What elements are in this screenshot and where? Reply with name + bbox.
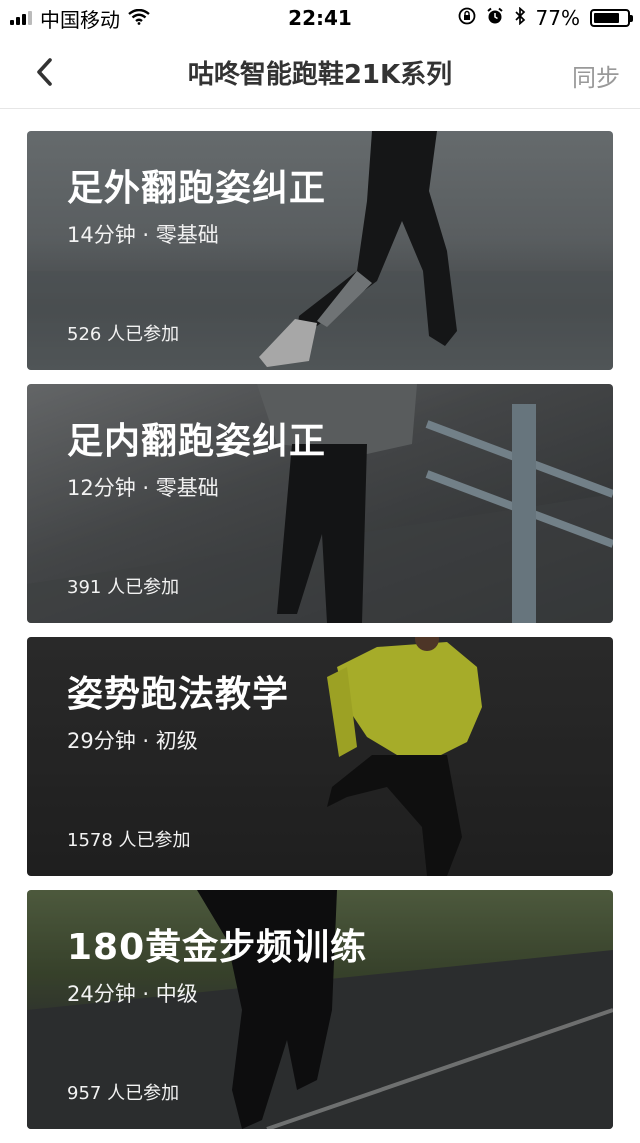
course-title: 姿势跑法教学 bbox=[67, 674, 290, 715]
bluetooth-icon bbox=[514, 6, 526, 30]
status-right: 77% bbox=[458, 6, 640, 30]
status-bar: 中国移动 22:41 77% bbox=[0, 0, 640, 36]
course-meta: 29分钟 · 初级 bbox=[67, 729, 198, 753]
course-title: 足外翻跑姿纠正 bbox=[67, 168, 327, 209]
page-title: 咕咚智能跑鞋21K系列 bbox=[187, 59, 453, 90]
battery-percent: 77% bbox=[535, 6, 580, 30]
signal-icon bbox=[10, 11, 32, 25]
participant-count: 526 人已参加 bbox=[67, 324, 180, 345]
course-card[interactable]: 180黄金步频训练 24分钟 · 中级 957 人已参加 bbox=[27, 890, 613, 1129]
course-title: 足内翻跑姿纠正 bbox=[67, 421, 327, 462]
participant-count: 957 人已参加 bbox=[67, 1083, 180, 1104]
participant-count: 391 人已参加 bbox=[67, 577, 180, 598]
status-left: 中国移动 bbox=[0, 4, 150, 33]
course-list: 足外翻跑姿纠正 14分钟 · 零基础 526 人已参加 足内翻跑姿纠正 12分钟… bbox=[27, 131, 613, 1143]
course-title: 180黄金步频训练 bbox=[67, 927, 368, 968]
carrier-label: 中国移动 bbox=[40, 7, 120, 32]
navigation-bar: 咕咚智能跑鞋21K系列 同步 bbox=[0, 36, 640, 109]
course-meta: 14分钟 · 零基础 bbox=[67, 223, 219, 247]
participant-count: 1578 人已参加 bbox=[67, 830, 191, 851]
course-card[interactable]: 足外翻跑姿纠正 14分钟 · 零基础 526 人已参加 bbox=[27, 131, 613, 370]
battery-icon bbox=[590, 9, 633, 27]
sync-button[interactable]: 同步 bbox=[572, 58, 620, 93]
course-card[interactable]: 足内翻跑姿纠正 12分钟 · 零基础 391 人已参加 bbox=[27, 384, 613, 623]
back-button[interactable] bbox=[26, 54, 62, 90]
course-meta: 24分钟 · 中级 bbox=[67, 982, 198, 1006]
orientation-lock-icon bbox=[458, 6, 476, 30]
wifi-icon bbox=[128, 6, 150, 30]
course-meta: 12分钟 · 零基础 bbox=[67, 476, 219, 500]
alarm-icon bbox=[486, 6, 504, 30]
course-card[interactable]: 姿势跑法教学 29分钟 · 初级 1578 人已参加 bbox=[27, 637, 613, 876]
chevron-left-icon bbox=[37, 58, 52, 86]
